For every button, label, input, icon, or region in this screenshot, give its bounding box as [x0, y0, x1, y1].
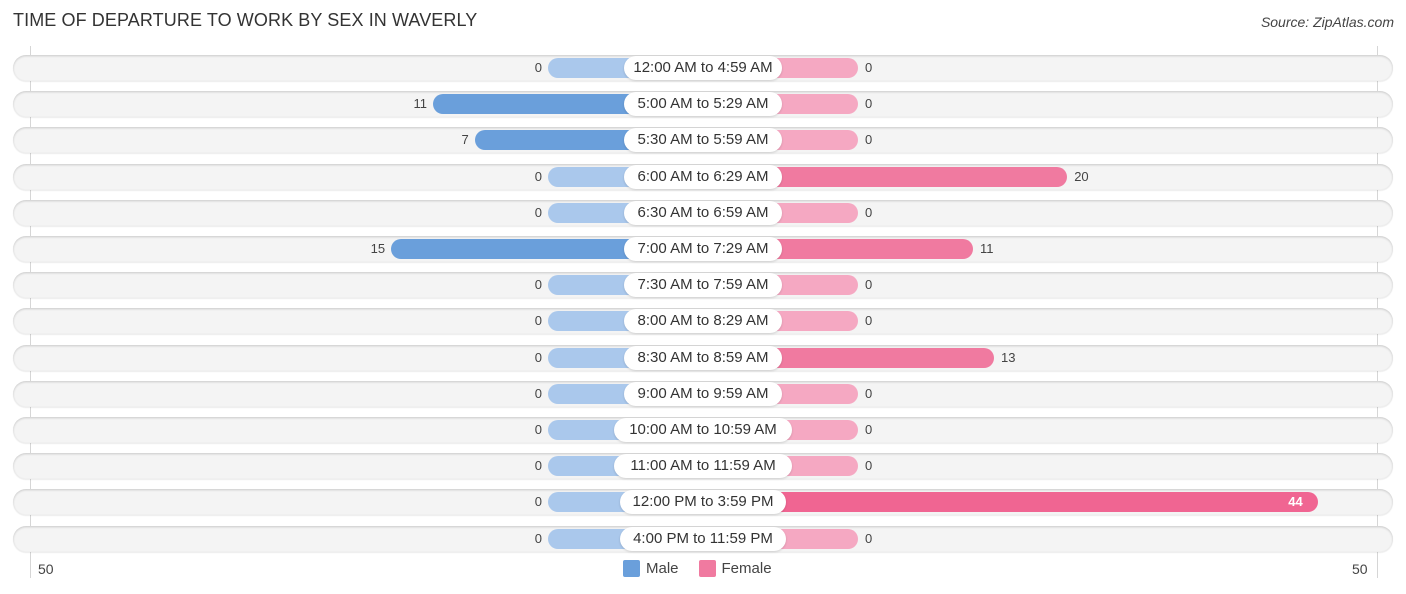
male-value-label: 0: [534, 277, 542, 293]
male-value-label: 0: [534, 60, 542, 75]
female-value-label: 0: [865, 60, 873, 75]
female-value-label: 0: [865, 96, 873, 112]
female-value-label: 0: [865, 385, 873, 401]
category-label: 7:00 AM to 7:29 AM: [624, 237, 782, 261]
female-value-label: 0: [865, 204, 873, 220]
female-value-label: 11: [980, 241, 994, 256]
female-value-label: 0: [865, 530, 873, 546]
female-swatch: [698, 560, 716, 577]
category-label: 8:00 AM to 8:29 AM: [624, 309, 782, 334]
legend: Male Female: [623, 560, 792, 577]
category-label: 5:30 AM to 5:59 AM: [624, 128, 782, 153]
female-value-label: 0: [865, 277, 873, 293]
male-swatch: [623, 560, 640, 577]
male-value-label: 15: [370, 241, 386, 256]
chart-title: TIME OF DEPARTURE TO WORK BY SEX IN WAVE…: [13, 10, 478, 30]
category-label: 5:00 AM to 5:29 AM: [624, 92, 782, 117]
male-value-label: 11: [413, 96, 427, 112]
male-value-label: 0: [534, 168, 542, 184]
category-label: 9:00 AM to 9:59 AM: [624, 381, 782, 406]
male-value-label: 0: [534, 349, 542, 365]
right-axis-tick: 50: [1352, 561, 1368, 577]
category-label: 6:30 AM to 6:59 AM: [624, 200, 782, 225]
category-label: 6:00 AM to 6:29 AM: [624, 164, 782, 189]
male-value-label: 0: [534, 313, 542, 329]
legend-item-male[interactable]: Male: [623, 560, 679, 577]
female-value-label: 0: [865, 458, 873, 474]
category-label: 10:00 AM to 10:59 AM: [614, 418, 792, 442]
female-value-label: 20: [1074, 168, 1089, 184]
category-label: 11:00 AM to 11:59 AM: [614, 454, 792, 479]
male-value-label: 0: [534, 494, 542, 510]
female-value-label: 44: [1288, 494, 1303, 510]
category-label: 7:30 AM to 7:59 AM: [624, 273, 782, 298]
legend-label-male: Male: [646, 560, 679, 577]
male-value-label: 0: [534, 458, 542, 474]
male-value-label: 0: [534, 422, 542, 437]
female-bar[interactable]: [703, 492, 1319, 513]
male-value-label: 7: [461, 132, 469, 148]
left-axis-tick: 50: [38, 561, 54, 577]
male-value-label: 0: [534, 385, 542, 401]
category-label: 12:00 PM to 3:59 PM: [620, 490, 786, 515]
female-value-label: 0: [865, 422, 873, 437]
male-value-label: 0: [534, 204, 542, 220]
source-label: Source: ZipAtlas.com: [1260, 14, 1394, 30]
legend-item-female[interactable]: Female: [698, 560, 772, 577]
category-label: 8:30 AM to 8:59 AM: [624, 345, 782, 370]
category-label: 4:00 PM to 11:59 PM: [620, 526, 786, 551]
female-value-label: 0: [865, 132, 873, 148]
male-value-label: 0: [534, 530, 542, 546]
female-value-label: 13: [1000, 349, 1016, 365]
category-label: 12:00 AM to 4:59 AM: [624, 56, 782, 80]
female-value-label: 0: [865, 313, 873, 329]
legend-label-female: Female: [721, 560, 772, 577]
